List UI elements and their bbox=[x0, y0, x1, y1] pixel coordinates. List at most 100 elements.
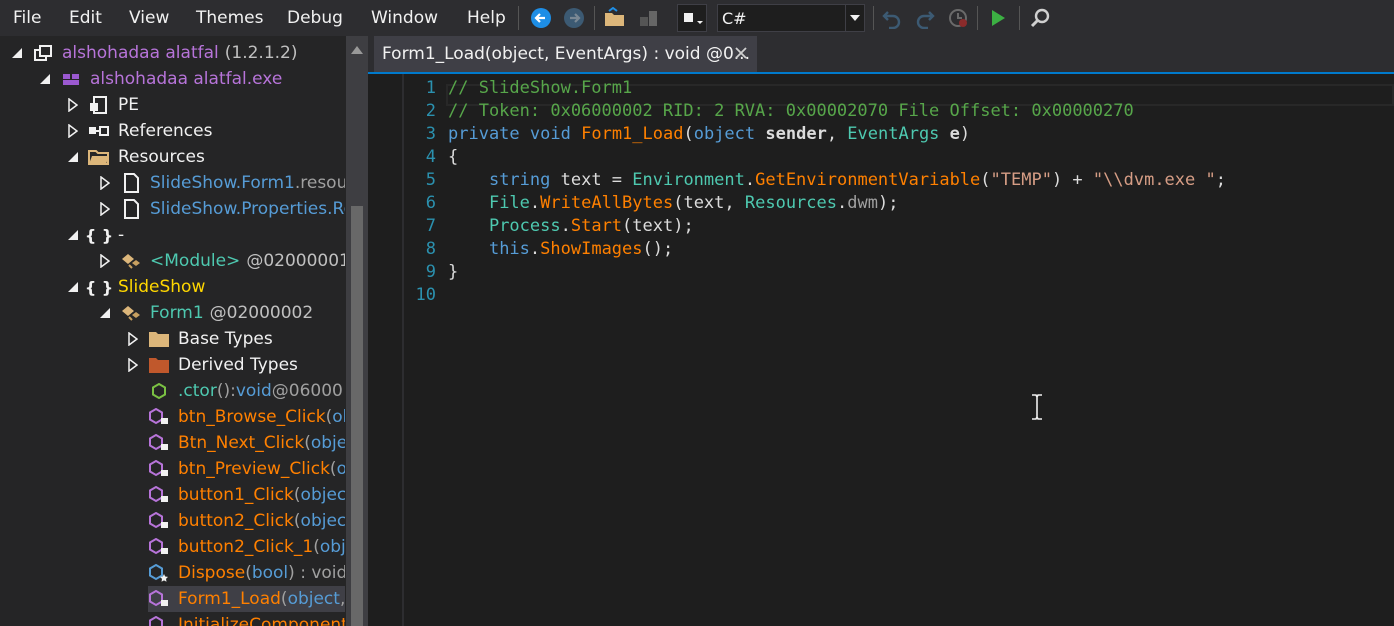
toolbar-separator bbox=[518, 6, 519, 30]
line-number: 3 bbox=[425, 124, 436, 144]
tree-node-references[interactable]: References bbox=[66, 118, 212, 144]
code-token: ShowImages bbox=[540, 239, 643, 259]
method-protected-icon bbox=[148, 563, 170, 583]
expanded-arrow-icon[interactable] bbox=[66, 280, 80, 294]
menu-view[interactable]: View bbox=[129, 8, 169, 28]
history-button[interactable] bbox=[946, 6, 970, 30]
tree-node-form1[interactable]: Form1 @02000002 bbox=[98, 300, 313, 326]
collapsed-arrow-icon[interactable] bbox=[66, 98, 80, 112]
collapsed-arrow-icon[interactable] bbox=[126, 332, 140, 346]
forward-arrow-icon bbox=[564, 8, 584, 28]
menu-themes[interactable]: Themes bbox=[196, 8, 264, 28]
tree-node-pe[interactable]: PE bbox=[66, 92, 139, 118]
tree-member-ctor[interactable]: .ctor() : void @06000 bbox=[148, 378, 343, 404]
tree-node-resource-form1[interactable]: SlideShow.Form1.resour bbox=[98, 170, 345, 196]
collapsed-arrow-icon[interactable] bbox=[98, 176, 112, 190]
method-public-icon bbox=[148, 381, 170, 401]
expanded-arrow-icon[interactable] bbox=[10, 46, 24, 60]
collapsed-arrow-icon[interactable] bbox=[126, 358, 140, 372]
menu-help[interactable]: Help bbox=[467, 8, 506, 28]
run-button[interactable] bbox=[986, 6, 1010, 30]
open-list-button[interactable] bbox=[603, 6, 627, 30]
line-number: 6 bbox=[425, 193, 436, 213]
tree-node-module[interactable]: alshohadaa alatfal.exe bbox=[38, 66, 282, 92]
tree-member-button1-click[interactable]: button1_Click(object, bbox=[148, 482, 345, 508]
tree-member-button2-click[interactable]: button2_Click(object, bbox=[148, 508, 345, 534]
resources-label: Resources bbox=[118, 147, 205, 167]
tree-member-form1-load[interactable]: Form1_Load(object, E bbox=[148, 586, 345, 612]
tree-node-resources[interactable]: Resources bbox=[66, 144, 205, 170]
collapsed-arrow-icon[interactable] bbox=[98, 202, 112, 216]
menu-bar: File Edit View Themes Debug Window Help … bbox=[0, 0, 1394, 36]
document-tab-strip: Form1_Load(object, EventArgs) : void @0.… bbox=[368, 36, 1394, 74]
menu-debug[interactable]: Debug bbox=[287, 8, 343, 28]
code-token: ); bbox=[877, 193, 899, 213]
tree-node-assembly[interactable]: alshohadaa alatfal (1.2.1.2) bbox=[10, 40, 298, 66]
assembly-icon bbox=[32, 43, 54, 63]
code-text: { bbox=[448, 147, 458, 167]
code-token: sender bbox=[765, 124, 827, 144]
method-private-icon bbox=[148, 589, 170, 609]
tree-member-dispose[interactable]: Dispose(bool) : void bbox=[148, 560, 345, 586]
tree-node-module-type[interactable]: <Module> @02000001 bbox=[98, 248, 345, 274]
forward-button[interactable] bbox=[562, 6, 586, 30]
assembly-version: (1.2.1.2) bbox=[224, 43, 298, 63]
expanded-arrow-icon[interactable] bbox=[66, 228, 80, 242]
close-icon[interactable] bbox=[733, 45, 749, 61]
menu-window[interactable]: Window bbox=[371, 8, 438, 28]
class-icon bbox=[120, 303, 142, 323]
undo-button[interactable] bbox=[880, 6, 904, 30]
expanded-arrow-icon[interactable] bbox=[38, 72, 52, 86]
search-button[interactable] bbox=[1028, 6, 1052, 30]
scroll-thumb[interactable] bbox=[351, 206, 363, 626]
code-text: Process.Start(text); bbox=[448, 216, 694, 236]
tree-member-btn-preview-click[interactable]: btn_Preview_Click(ob bbox=[148, 456, 345, 482]
tree-member-btn-next-click[interactable]: Btn_Next_Click(object bbox=[148, 430, 345, 456]
code-token: ) bbox=[959, 124, 971, 144]
code-token: // SlideShow.Form1 bbox=[448, 78, 633, 98]
redo-button[interactable] bbox=[913, 6, 937, 30]
tree-member-initialize-component[interactable]: InitializeComponent() bbox=[148, 612, 345, 626]
code-token: Process bbox=[488, 216, 561, 236]
language-select[interactable]: C# bbox=[717, 4, 865, 32]
code-token: ) + bbox=[1051, 170, 1093, 190]
expanded-arrow-icon[interactable] bbox=[66, 150, 80, 164]
tree-member-button2-click-1[interactable]: button2_Click_1(obje bbox=[148, 534, 345, 560]
tab-form1-load[interactable]: Form1_Load(object, EventArgs) : void @0.… bbox=[374, 36, 757, 72]
tree-node-base-types[interactable]: Base Types bbox=[126, 326, 273, 352]
code-token: ( bbox=[980, 170, 991, 190]
folder-icon bbox=[148, 329, 170, 349]
method-private-icon bbox=[148, 407, 170, 427]
expanded-arrow-icon[interactable] bbox=[98, 306, 112, 320]
tree-node-derived-types[interactable]: Derived Types bbox=[126, 352, 298, 378]
tree-node-namespace-slideshow[interactable]: { } SlideShow bbox=[66, 274, 205, 300]
stack-icon bbox=[640, 11, 657, 26]
code-editor[interactable]: 1 // SlideShow.Form1 2 // Token: 0x06000002… bbox=[368, 74, 1394, 626]
code-token: "TEMP" bbox=[990, 170, 1052, 190]
code-token: e bbox=[949, 124, 960, 144]
tree-node-namespace-empty[interactable]: { } - bbox=[66, 222, 124, 248]
derived-types-label: Derived Types bbox=[178, 355, 298, 375]
code-text: // Token: 0x06000002 RID: 2 RVA: 0x00002… bbox=[448, 101, 1134, 121]
code-token: // Token: 0x06000002 RID: 2 RVA: 0x00002… bbox=[448, 101, 1134, 121]
collapsed-arrow-icon[interactable] bbox=[98, 254, 112, 268]
collapsed-arrow-icon[interactable] bbox=[66, 124, 80, 138]
tree-member-btn-browse-click[interactable]: btn_Browse_Click(obj bbox=[148, 404, 345, 430]
resource-form1-ext: .resour bbox=[294, 173, 345, 193]
tree-node-resource-properties[interactable]: SlideShow.Properties.Res bbox=[98, 196, 345, 222]
scroll-up-icon[interactable] bbox=[351, 46, 363, 54]
back-button[interactable] bbox=[529, 6, 553, 30]
manage-lists-button[interactable] bbox=[636, 6, 660, 30]
tree-viewport: alshohadaa alatfal (1.2.1.2) alshohadaa … bbox=[0, 36, 345, 626]
clock-icon bbox=[949, 9, 967, 27]
menu-edit[interactable]: Edit bbox=[69, 8, 102, 28]
tree-vertical-scrollbar[interactable] bbox=[346, 36, 368, 626]
assembly-name: alshohadaa alatfal bbox=[62, 43, 219, 63]
code-token: ( bbox=[683, 124, 694, 144]
menu-file[interactable]: File bbox=[13, 8, 41, 28]
resource-form1-name: SlideShow.Form1 bbox=[150, 173, 295, 193]
search-dropdown[interactable] bbox=[677, 4, 707, 32]
